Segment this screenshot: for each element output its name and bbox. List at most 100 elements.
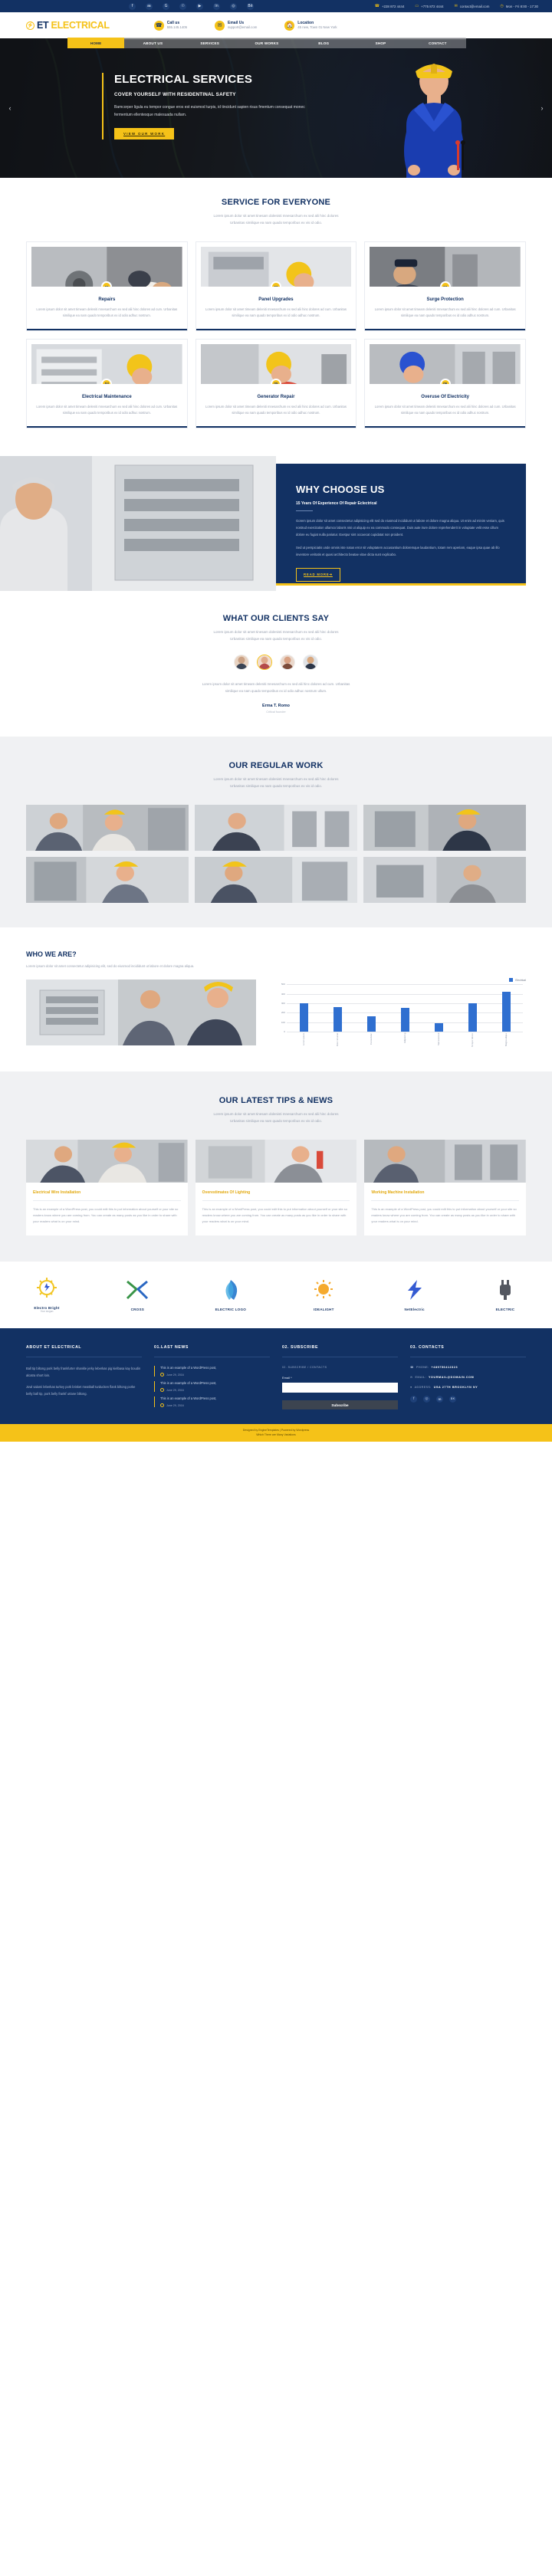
footer-news-text: This is an example of a WordPress post, bbox=[160, 1366, 217, 1370]
news-card[interactable]: Electrical Wire Installation This is an … bbox=[26, 1140, 188, 1236]
topbar-mobile[interactable]: ▭ +775 872 4444 bbox=[415, 4, 443, 8]
testimonial-author-name: Erma T. Romo bbox=[262, 704, 290, 709]
nav-item-services[interactable]: SERVICES bbox=[182, 38, 238, 48]
brand-item[interactable]: CROSS bbox=[124, 1278, 150, 1311]
facebook-icon[interactable]: f bbox=[410, 1396, 417, 1403]
services-title: SERVICE FOR EVERYONE bbox=[221, 198, 331, 207]
hero-slider: ELECTRICAL SERVICES COVER YOURSELF WITH … bbox=[0, 38, 552, 178]
brand-item[interactable]: Electro Bright Your slogan bbox=[34, 1277, 60, 1313]
why-title: WHY CHOOSE US bbox=[296, 483, 385, 495]
chart-bar bbox=[468, 1003, 477, 1032]
footer-email-input[interactable] bbox=[282, 1383, 398, 1393]
twitter-icon[interactable]: 𝐦 bbox=[436, 1396, 443, 1403]
avatar[interactable] bbox=[303, 654, 318, 670]
slider-prev-arrow[interactable]: ‹ bbox=[6, 102, 14, 114]
work-tile[interactable] bbox=[363, 805, 526, 852]
service-card[interactable]: 01 Repairs Lorem ipsum dolor sit amet ti… bbox=[26, 241, 188, 331]
work-tile[interactable] bbox=[194, 857, 357, 904]
service-photo: 06 bbox=[370, 343, 521, 384]
footer-news-item[interactable]: This is an example of a WordPress post, … bbox=[154, 1381, 270, 1393]
nav-item-blog[interactable]: BLOG bbox=[295, 38, 352, 48]
header-contact-location[interactable]: 🏠 Location 45 new, Town 01 New York bbox=[284, 20, 337, 31]
news-item-title[interactable]: Electrical Wire Installation bbox=[33, 1190, 181, 1195]
chart-bar bbox=[434, 1022, 443, 1032]
service-card[interactable]: 04 Electrical Maintenance Lorem ipsum do… bbox=[26, 338, 188, 428]
news-body: Overestimates Of Lighting This is an exa… bbox=[196, 1183, 357, 1235]
instagram-icon[interactable]: ◎ bbox=[230, 2, 237, 10]
header-contact-call[interactable]: ☎ Call us 555.145.1405 bbox=[153, 20, 187, 31]
card-underline bbox=[365, 425, 525, 428]
work-tile[interactable] bbox=[363, 857, 526, 904]
avatar[interactable] bbox=[257, 654, 272, 670]
news-item-excerpt: This is an example of a WordPress post, … bbox=[33, 1207, 179, 1224]
service-title: Panel Upgrades bbox=[258, 297, 294, 302]
facebook-icon[interactable]: f bbox=[129, 2, 136, 10]
chart-bar bbox=[299, 1003, 308, 1032]
footer-news-title: 01.LAST NEWS bbox=[154, 1345, 189, 1350]
service-card[interactable]: 02 Panel Upgrades Lorem ipsum dolor sit … bbox=[195, 241, 357, 331]
service-description: Lorem ipsum dolor sit amet timeam deleni… bbox=[36, 404, 178, 415]
service-card[interactable]: 03 Surge Protection Lorem ipsum dolor si… bbox=[364, 241, 526, 331]
service-card[interactable]: 06 Overuse Of Electricity Lorem ipsum do… bbox=[364, 338, 526, 428]
card-underline bbox=[27, 425, 187, 428]
hero-cta-button[interactable]: VIEW OUR WORK bbox=[114, 127, 175, 139]
nav-item-home[interactable]: HOME bbox=[67, 38, 125, 48]
hero-paragraph: Bamcorper ligula eu tempor congue eros e… bbox=[114, 105, 305, 117]
news-item-title[interactable]: Working Machine Installation bbox=[371, 1190, 519, 1195]
brand-item[interactable]: ELECTRIC LOGO bbox=[215, 1278, 246, 1311]
slider-next-arrow[interactable]: › bbox=[538, 102, 546, 114]
footer-news-text: This is an example of a WordPress post, bbox=[160, 1396, 217, 1401]
brand-partners: Electro Bright Your slogan CROSS ELECTRI… bbox=[0, 1262, 552, 1329]
news-cards: Electrical Wire Installation This is an … bbox=[26, 1140, 527, 1236]
logo[interactable]: ⚡ ET ELECTRICAL bbox=[26, 20, 110, 31]
swirl-icon bbox=[225, 1280, 237, 1301]
footer-subscribe-button[interactable]: Subscribe bbox=[282, 1400, 398, 1410]
brand-item[interactable]: ELECTRIC bbox=[492, 1278, 518, 1311]
nav-item-shop[interactable]: SHOP bbox=[352, 38, 409, 48]
topbar-phone[interactable]: ☎ +228 872 4444 bbox=[375, 4, 405, 8]
who-we-are-section: WHO WE ARE? Lorem ipsum dolor sit amet c… bbox=[0, 927, 552, 1071]
brand-item[interactable]: IDEALIGHT bbox=[310, 1278, 337, 1311]
service-card[interactable]: 05 Generator Repair Lorem ipsum dolor si… bbox=[195, 338, 357, 428]
vk-icon[interactable]: вк bbox=[449, 1396, 456, 1403]
linkedin-icon[interactable]: in bbox=[213, 2, 220, 10]
nav-item-about-us[interactable]: ABOUT US bbox=[124, 38, 181, 48]
copyright-line-2: Which There are Many Variations bbox=[256, 1433, 296, 1437]
why-read-more-button[interactable]: READ MORE➔ bbox=[296, 568, 340, 582]
work-tile[interactable] bbox=[26, 805, 189, 852]
service-title: Overuse Of Electricity bbox=[421, 394, 469, 399]
news-card[interactable]: Working Machine Installation This is an … bbox=[364, 1140, 527, 1236]
chart-bar bbox=[400, 1008, 409, 1032]
header-contact-email[interactable]: ✉ Email Us support@email.com bbox=[215, 20, 257, 31]
topbar-email[interactable]: ✉ contact@email.com bbox=[455, 4, 490, 8]
nav-item-contact[interactable]: CONTACT bbox=[409, 38, 466, 48]
news-photo bbox=[26, 1140, 188, 1183]
pinterest-icon[interactable]: ☉ bbox=[179, 2, 186, 10]
phone-icon: ☎ bbox=[410, 1366, 414, 1370]
services-subtitle-1: Lorem ipsum dolor sit amet tinesam dolen… bbox=[213, 214, 339, 218]
behance-icon[interactable]: Bē bbox=[247, 2, 254, 10]
twitter-icon[interactable]: 𝐦 bbox=[146, 2, 153, 10]
avatar[interactable] bbox=[280, 654, 295, 670]
plug-icon bbox=[499, 1280, 511, 1301]
news-item-excerpt: This is an example of a WordPress post, … bbox=[202, 1207, 348, 1224]
youtube-icon[interactable]: ▶ bbox=[196, 2, 203, 10]
avatar[interactable] bbox=[234, 654, 249, 670]
x-tick-label: Magna aliqua bbox=[504, 1033, 508, 1046]
footer-news-item[interactable]: This is an example of a WordPress post, … bbox=[154, 1396, 270, 1408]
google-plus-icon[interactable]: G bbox=[163, 2, 169, 10]
work-tile[interactable] bbox=[26, 857, 189, 904]
footer-news-item[interactable]: This is an example of a WordPress post, … bbox=[154, 1366, 270, 1377]
work-tile[interactable] bbox=[194, 805, 357, 852]
news-item-excerpt: This is an example of a WordPress post, … bbox=[371, 1207, 517, 1224]
news-item-title[interactable]: Overestimates Of Lighting bbox=[202, 1190, 350, 1195]
brand-item[interactable]: NetElectric bbox=[402, 1278, 428, 1311]
service-description: Lorem ipsum dolor sit amet timeam deleni… bbox=[374, 404, 516, 415]
service-number-badge: 03 bbox=[439, 281, 451, 287]
news-card[interactable]: Overestimates Of Lighting This is an exa… bbox=[195, 1140, 357, 1236]
service-number-badge: 05 bbox=[270, 378, 281, 384]
brand-name: ELECTRIC LOGO bbox=[215, 1308, 246, 1312]
nav-item-our-works[interactable]: OUR WORKS bbox=[238, 38, 295, 48]
latest-news-section: OUR LATEST TIPS & NEWS Lorem ipsum dolor… bbox=[0, 1071, 552, 1262]
instagram-icon[interactable]: ◎ bbox=[423, 1396, 430, 1403]
